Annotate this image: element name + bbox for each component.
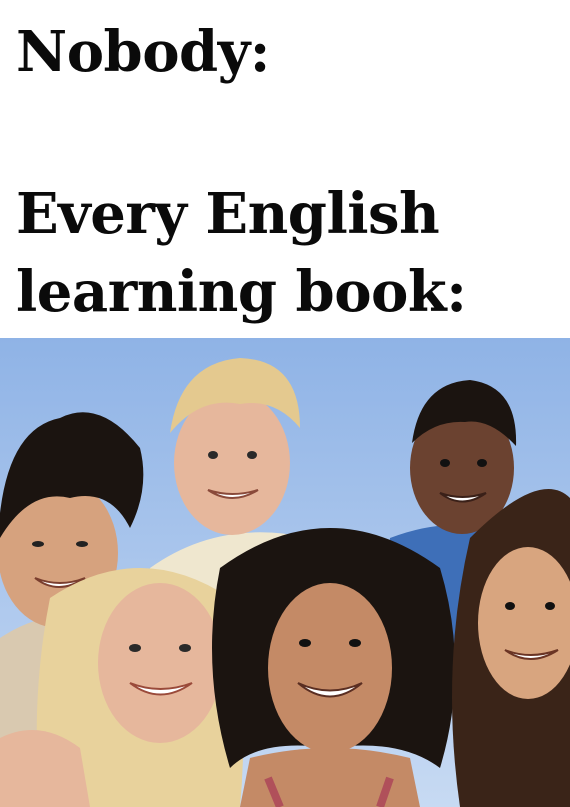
caption-every-english: Every English	[16, 181, 440, 247]
meme-page: Nobody: Every English learning book:	[0, 0, 570, 807]
caption-learning-book: learning book:	[16, 259, 467, 325]
group-photo	[0, 338, 570, 807]
caption-nobody: Nobody:	[16, 19, 270, 85]
